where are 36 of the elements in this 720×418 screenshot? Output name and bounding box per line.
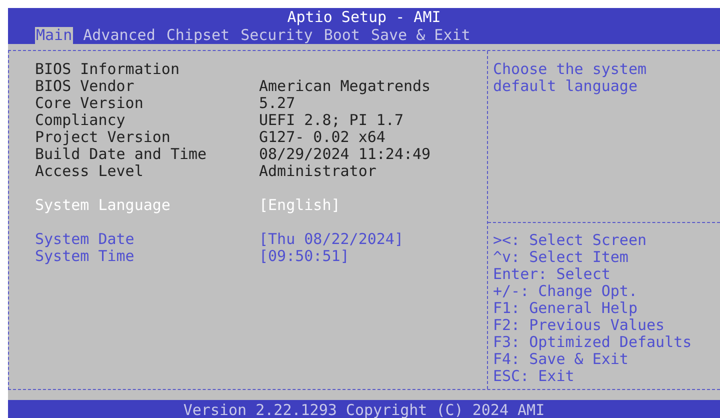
version-text: Version 2.22.1293 Copyright (C) 2024 AMI [183, 401, 545, 418]
key-hint: ESC: Exit [493, 368, 576, 385]
key-hint: ^v: Select Item [493, 249, 630, 266]
key-hint: Enter: Select [493, 266, 612, 283]
key-hint: ><: Select Screen [493, 232, 648, 249]
tab[interactable]: Boot [322, 27, 361, 44]
info-value: UEFI 2.8; PI 1.7 [259, 112, 404, 129]
info-label: Compliancy [35, 112, 126, 129]
tab[interactable]: Security [240, 27, 314, 44]
help-text: default language [493, 78, 638, 95]
key-hint: F2: Previous Values [493, 317, 666, 334]
key-hint: F3: Optimized Defaults [493, 334, 693, 351]
tab[interactable]: Chipset [165, 27, 231, 44]
info-value: 5.27 [259, 95, 296, 112]
info-value: 08/29/2024 11:24:49 [259, 146, 432, 163]
info-value: American Megatrends [259, 78, 432, 95]
help-text: Choose the system [493, 61, 648, 78]
info-label: Core Version [35, 95, 144, 112]
section-heading: BIOS Information [35, 61, 180, 78]
key-hint: F1: General Help [493, 300, 638, 317]
key-hint: F4: Save & Exit [493, 351, 630, 368]
info-label: Build Date and Time [35, 146, 208, 163]
info-label: BIOS Vendor [35, 78, 136, 95]
info-label: Project Version [35, 129, 172, 146]
window-title: Aptio Setup - AMI [286, 8, 442, 27]
tab[interactable]: Advanced [82, 27, 156, 44]
tab[interactable]: Save & Exit [370, 27, 472, 44]
info-value: G127- 0.02 x64 [259, 129, 386, 146]
setting-value[interactable]: [09:50:51] [259, 248, 487, 265]
tab[interactable]: Main [35, 27, 74, 44]
info-value: Administrator [259, 163, 378, 180]
setting-value[interactable]: [Thu 08/22/2024] [259, 231, 487, 248]
setting-label[interactable]: System Time [35, 248, 259, 265]
info-label: Access Level [35, 163, 144, 180]
setting-label[interactable]: System Date [35, 231, 259, 248]
key-hint: +/-: Change Opt. [493, 283, 638, 300]
